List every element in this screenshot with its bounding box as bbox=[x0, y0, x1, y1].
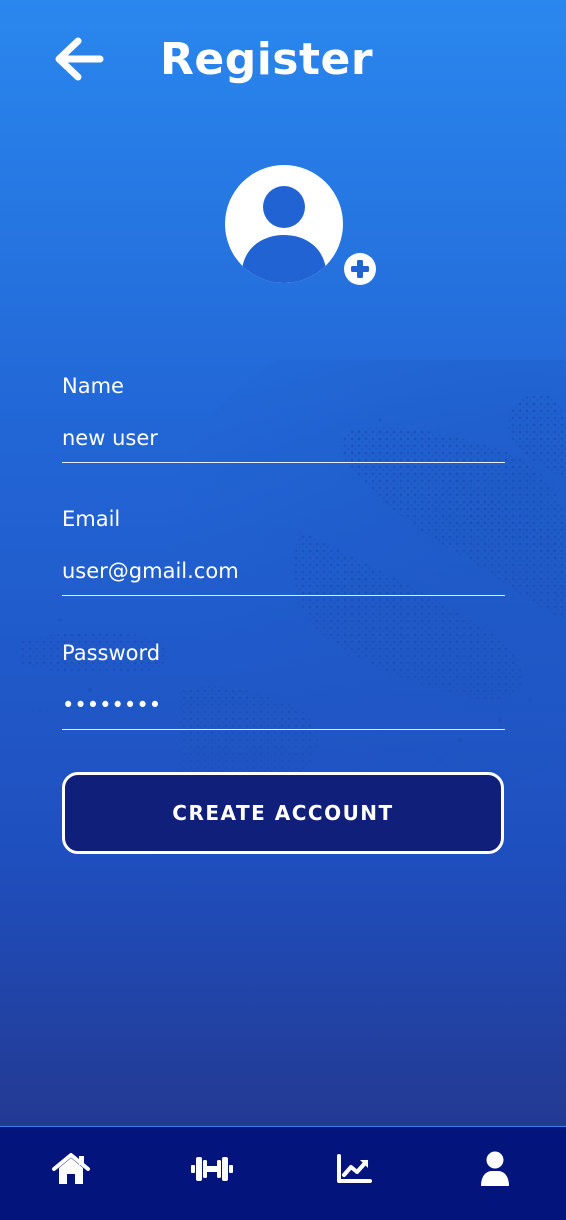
nav-progress[interactable] bbox=[324, 1139, 384, 1199]
password-input[interactable] bbox=[62, 691, 505, 730]
arrow-left-icon bbox=[55, 37, 104, 81]
name-input[interactable] bbox=[62, 424, 505, 463]
email-field-group: Email bbox=[62, 505, 505, 596]
page-title: Register bbox=[160, 34, 374, 85]
password-field-group: Password bbox=[62, 639, 505, 730]
back-button[interactable] bbox=[54, 36, 106, 82]
nav-profile[interactable] bbox=[465, 1139, 525, 1199]
name-field-group: Name bbox=[62, 372, 505, 463]
header-bar: Register bbox=[0, 28, 566, 94]
password-label: Password bbox=[62, 641, 161, 665]
chart-line-icon bbox=[336, 1153, 372, 1183]
profile-photo-picker[interactable] bbox=[225, 165, 385, 290]
nav-home[interactable] bbox=[41, 1139, 101, 1199]
bottom-navigation bbox=[0, 1126, 566, 1220]
email-label: Email bbox=[62, 507, 121, 531]
plus-circle-icon[interactable] bbox=[344, 253, 376, 285]
user-icon bbox=[481, 1151, 510, 1186]
create-account-button[interactable]: CREATE ACCOUNT bbox=[62, 772, 504, 854]
register-screen: Register Name Email Password C bbox=[0, 0, 566, 1220]
home-icon bbox=[51, 1152, 90, 1184]
name-label: Name bbox=[62, 374, 124, 398]
nav-workouts[interactable] bbox=[182, 1139, 242, 1199]
email-input[interactable] bbox=[62, 557, 505, 596]
dumbbell-icon bbox=[191, 1156, 234, 1181]
user-circle-icon bbox=[225, 165, 343, 283]
